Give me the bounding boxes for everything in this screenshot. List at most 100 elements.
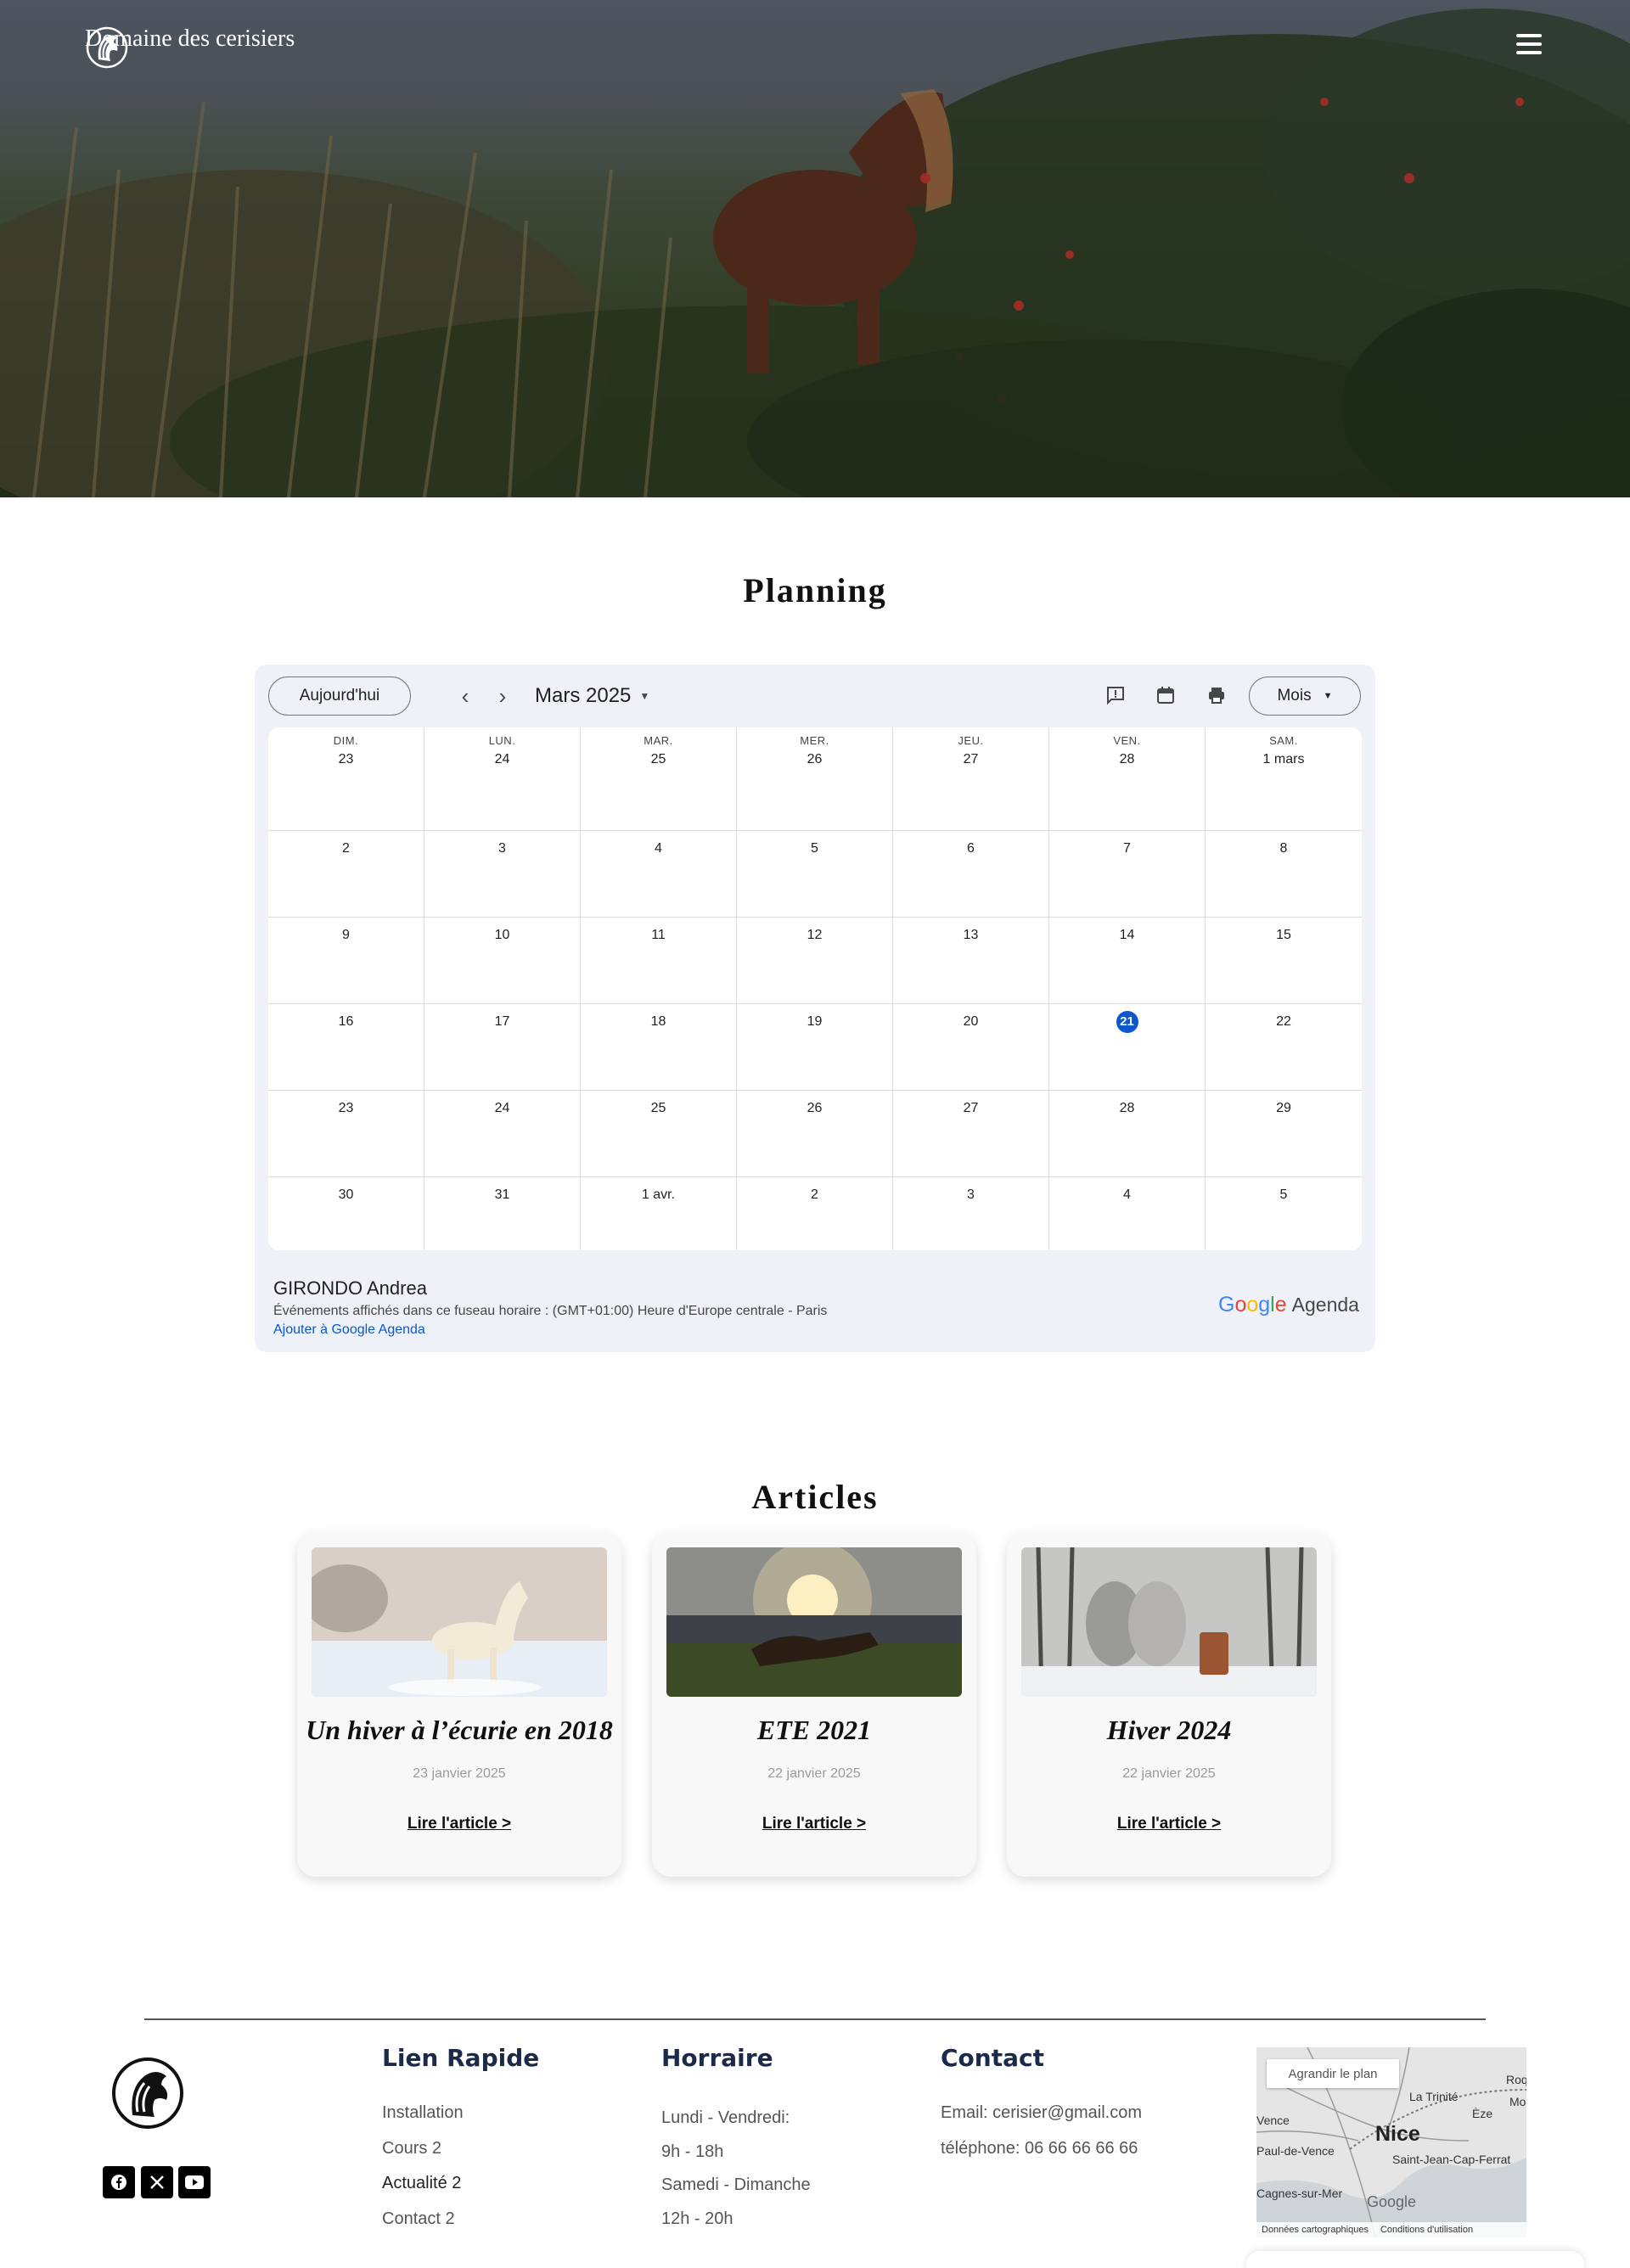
calendar-day-cell[interactable]: 29: [1206, 1091, 1362, 1177]
day-number[interactable]: 25: [648, 1098, 670, 1120]
prev-month-button[interactable]: ‹: [451, 682, 480, 710]
day-number[interactable]: 8: [1273, 838, 1295, 860]
day-number[interactable]: 19: [804, 1011, 826, 1033]
calendar-day-cell[interactable]: VEN. 28: [1049, 727, 1206, 831]
add-to-google-calendar-link[interactable]: Ajouter à Google Agenda: [273, 1322, 425, 1338]
calendar-day-cell[interactable]: 30: [268, 1177, 424, 1250]
calendar-day-cell[interactable]: 18: [581, 1004, 737, 1091]
google-agenda-logo[interactable]: Google Agenda: [1218, 1293, 1359, 1317]
footer-link-cours[interactable]: Cours 2: [382, 2139, 441, 2159]
day-number[interactable]: 26: [804, 749, 826, 771]
calendar-day-cell[interactable]: 22: [1206, 1004, 1362, 1091]
calendar-day-cell[interactable]: 31: [424, 1177, 581, 1250]
day-number[interactable]: 6: [960, 838, 982, 860]
read-article-link[interactable]: Lire l'article >: [297, 1815, 621, 1833]
article-image-horses-sunset-coast[interactable]: [666, 1547, 962, 1697]
calendar-day-cell[interactable]: 11: [581, 918, 737, 1004]
contact-phone[interactable]: téléphone: 06 66 66 66 66: [941, 2139, 1138, 2159]
calendar-day-cell[interactable]: 27: [893, 1091, 1049, 1177]
youtube-link[interactable]: [178, 2166, 211, 2198]
next-month-button[interactable]: ›: [488, 682, 517, 710]
footer-link-contact[interactable]: Contact 2: [382, 2209, 455, 2229]
calendar-day-cell[interactable]: MAR. 25: [581, 727, 737, 831]
calendar-day-cell[interactable]: 24: [424, 1091, 581, 1177]
day-number[interactable]: 29: [1273, 1098, 1295, 1120]
day-number[interactable]: 22: [1273, 1011, 1295, 1033]
calendar-day-cell[interactable]: 1 avr.: [581, 1177, 737, 1250]
calendar-day-cell[interactable]: JEU. 27: [893, 727, 1049, 831]
calendar-day-cell[interactable]: 6: [893, 831, 1049, 918]
day-number[interactable]: 24: [492, 1098, 514, 1120]
day-number[interactable]: 7: [1116, 838, 1138, 860]
calendar-day-cell[interactable]: 28: [1049, 1091, 1206, 1177]
calendar-day-cell[interactable]: 4: [1049, 1177, 1206, 1250]
calendar-day-cell[interactable]: 13: [893, 918, 1049, 1004]
brand[interactable]: Domaine des cerisiers: [85, 25, 295, 69]
month-selector[interactable]: Mars 2025 ▼: [535, 682, 649, 710]
read-article-link[interactable]: Lire l'article >: [1007, 1815, 1331, 1833]
day-number[interactable]: 17: [492, 1011, 514, 1033]
article-image-white-horse-snow[interactable]: [312, 1547, 607, 1697]
map-terms-link[interactable]: Conditions d'utilisation: [1380, 2225, 1473, 2235]
calendar-day-cell[interactable]: 12: [737, 918, 893, 1004]
article-image-horses-sleigh-forest[interactable]: [1021, 1547, 1317, 1697]
calendar-day-cell[interactable]: 7: [1049, 831, 1206, 918]
day-number[interactable]: 23: [335, 1098, 357, 1120]
footer-link-actualite[interactable]: Actualité 2: [382, 2174, 461, 2193]
day-number[interactable]: 27: [960, 1098, 982, 1120]
day-number[interactable]: 3: [492, 838, 514, 860]
day-number[interactable]: 16: [335, 1011, 357, 1033]
calendar-day-cell[interactable]: 21: [1049, 1004, 1206, 1091]
calendar-day-cell[interactable]: 20: [893, 1004, 1049, 1091]
today-day-number[interactable]: 21: [1116, 1011, 1138, 1033]
open-calendar-button[interactable]: [1152, 682, 1179, 709]
day-number[interactable]: 26: [804, 1098, 826, 1120]
day-number[interactable]: 2: [804, 1184, 826, 1206]
day-number[interactable]: 14: [1116, 924, 1138, 946]
enlarge-map-button[interactable]: Agrandir le plan: [1267, 2059, 1399, 2088]
calendar-day-cell[interactable]: 16: [268, 1004, 424, 1091]
hamburger-menu-button[interactable]: [1516, 34, 1542, 56]
calendar-day-cell[interactable]: 25: [581, 1091, 737, 1177]
article-card[interactable]: Hiver 2024 22 janvier 2025 Lire l'articl…: [1007, 1533, 1331, 1877]
day-number[interactable]: 28: [1116, 1098, 1138, 1120]
calendar-day-cell[interactable]: DIM. 23: [268, 727, 424, 831]
horse-logo-icon[interactable]: [110, 2056, 185, 2130]
day-number[interactable]: 18: [648, 1011, 670, 1033]
day-number[interactable]: 5: [1273, 1184, 1295, 1206]
day-number[interactable]: 3: [960, 1184, 982, 1206]
article-title[interactable]: Un hiver à l’écurie en 2018: [297, 1715, 621, 1746]
calendar-day-cell[interactable]: MER. 26: [737, 727, 893, 831]
calendar-day-cell[interactable]: 26: [737, 1091, 893, 1177]
article-title[interactable]: Hiver 2024: [1007, 1715, 1331, 1746]
facebook-link[interactable]: [103, 2166, 135, 2198]
calendar-day-cell[interactable]: 8: [1206, 831, 1362, 918]
calendar-day-cell[interactable]: 19: [737, 1004, 893, 1091]
article-card[interactable]: ETE 2021 22 janvier 2025 Lire l'article …: [652, 1533, 976, 1877]
calendar-day-cell[interactable]: 4: [581, 831, 737, 918]
google-map-embed[interactable]: Agrandir le plan Nice La Trinité Èze Ven…: [1256, 2047, 1526, 2237]
day-number[interactable]: 12: [804, 924, 826, 946]
day-number[interactable]: 9: [335, 924, 357, 946]
footer-link-installation[interactable]: Installation: [382, 2103, 464, 2123]
feedback-button[interactable]: [1102, 682, 1129, 709]
calendar-day-cell[interactable]: 23: [268, 1091, 424, 1177]
calendar-day-cell[interactable]: 14: [1049, 918, 1206, 1004]
article-title[interactable]: ETE 2021: [652, 1715, 976, 1746]
calendar-day-cell[interactable]: 15: [1206, 918, 1362, 1004]
day-number[interactable]: 30: [335, 1184, 357, 1206]
day-number[interactable]: 5: [804, 838, 826, 860]
calendar-day-cell[interactable]: 3: [424, 831, 581, 918]
day-number[interactable]: 1 mars: [1263, 749, 1305, 771]
day-number[interactable]: 27: [960, 749, 982, 771]
day-number[interactable]: 13: [960, 924, 982, 946]
calendar-day-cell[interactable]: 2: [737, 1177, 893, 1250]
calendar-day-cell[interactable]: SAM. 1 mars: [1206, 727, 1362, 831]
calendar-day-cell[interactable]: 5: [737, 831, 893, 918]
day-number[interactable]: 10: [492, 924, 514, 946]
calendar-day-cell[interactable]: 9: [268, 918, 424, 1004]
day-number[interactable]: 2: [335, 838, 357, 860]
view-selector-button[interactable]: Mois ▼: [1249, 676, 1361, 716]
day-number[interactable]: 4: [648, 838, 670, 860]
x-link[interactable]: [141, 2166, 173, 2198]
